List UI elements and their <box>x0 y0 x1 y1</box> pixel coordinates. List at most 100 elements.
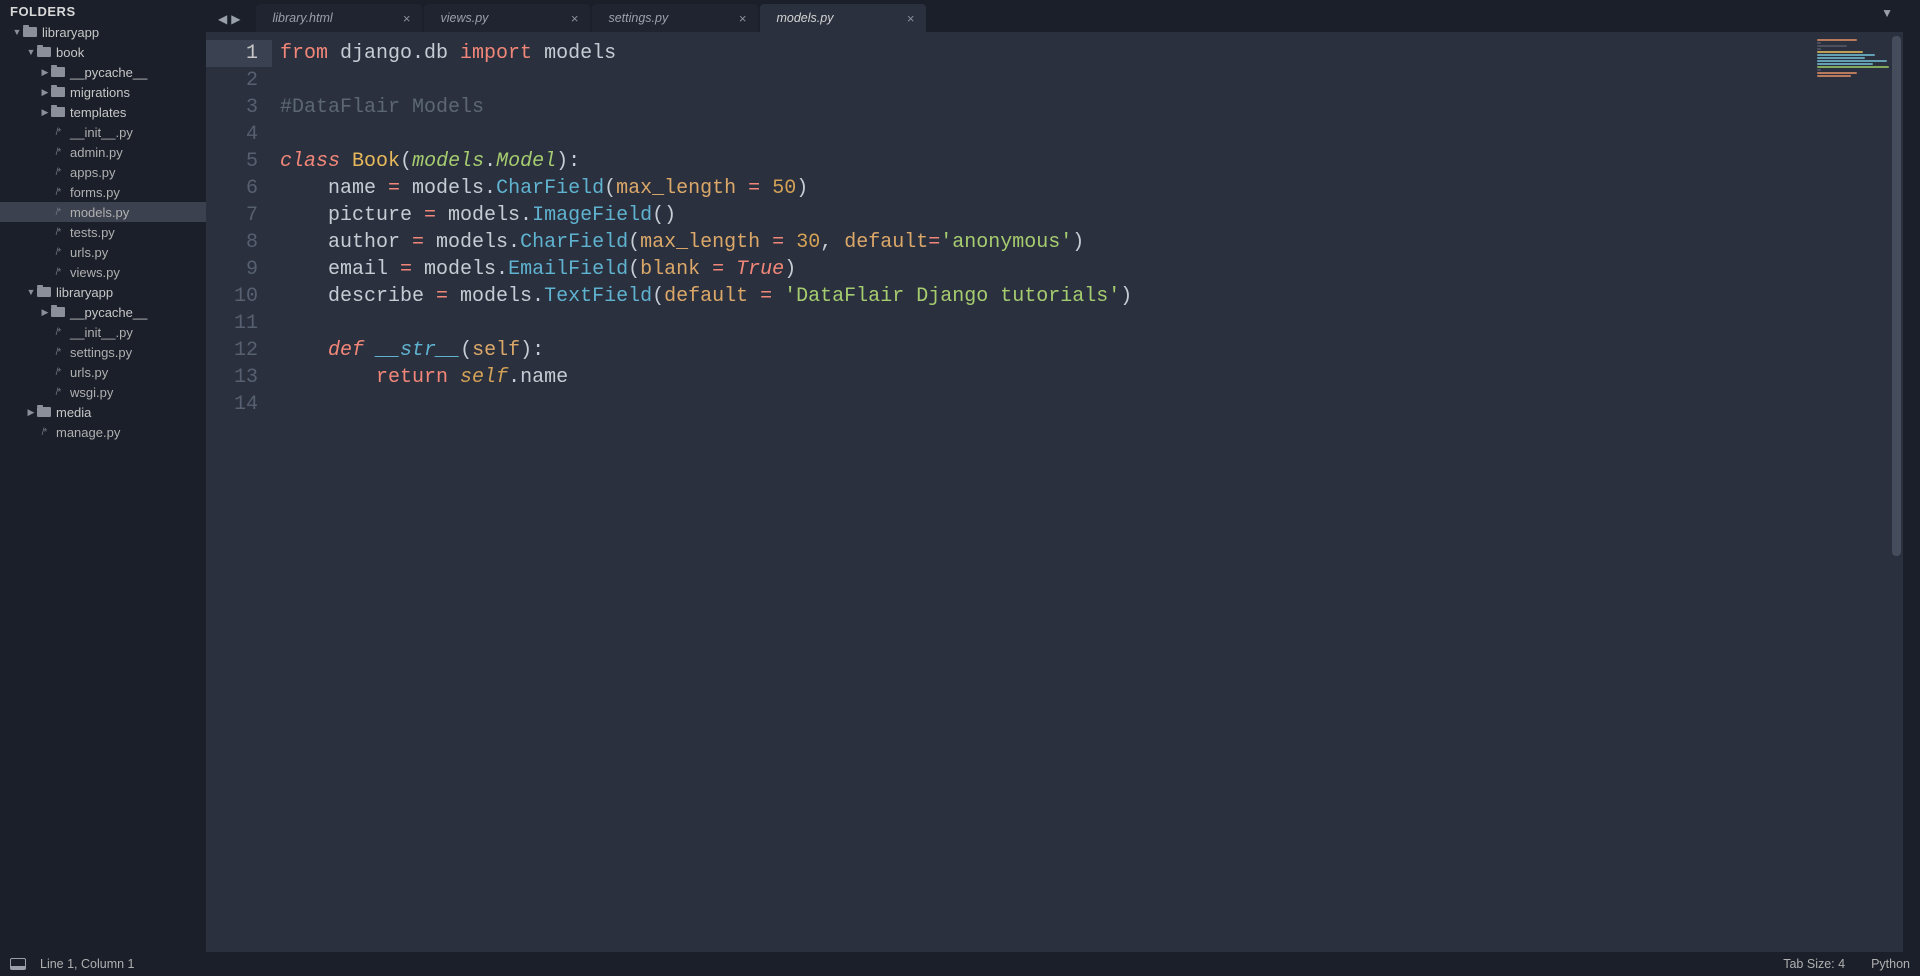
line-number[interactable]: 2 <box>206 67 258 94</box>
token: = <box>400 258 412 281</box>
code-line[interactable]: author = models.CharField(max_length = 3… <box>280 229 1903 256</box>
code-line[interactable] <box>280 67 1903 94</box>
line-number[interactable]: 5 <box>206 148 258 175</box>
line-number[interactable]: 6 <box>206 175 258 202</box>
tree-folder[interactable]: ▶__pycache__ <box>0 62 206 82</box>
line-number[interactable]: 1 <box>206 40 272 67</box>
toggle-panel-icon[interactable] <box>10 958 26 970</box>
code-content[interactable]: from django.db import models #DataFlair … <box>272 32 1903 952</box>
tree-file[interactable]: /*manage.py <box>0 422 206 442</box>
code-line[interactable]: return self.name <box>280 364 1903 391</box>
token: default <box>844 231 928 254</box>
tree-item-label: __init__.py <box>70 125 133 140</box>
token: ImageField <box>532 204 652 227</box>
line-number[interactable]: 12 <box>206 337 258 364</box>
tree-file[interactable]: /*models.py <box>0 202 206 222</box>
token: class <box>280 150 340 173</box>
tree-folder[interactable]: ▶media <box>0 402 206 422</box>
chevron-right-icon[interactable]: ▶ <box>26 407 36 418</box>
tab-close-icon[interactable]: × <box>907 11 915 26</box>
chevron-down-icon[interactable]: ▼ <box>12 27 22 37</box>
tree-file[interactable]: /*admin.py <box>0 142 206 162</box>
token <box>748 285 760 308</box>
tree-file[interactable]: /* urls.py <box>0 362 206 382</box>
editor-area: ◀ ▶ library.html×views.py×settings.py×mo… <box>206 0 1903 952</box>
token: = <box>424 204 436 227</box>
code-line[interactable]: def __str__(self): <box>280 337 1903 364</box>
token: 'anonymous' <box>940 231 1072 254</box>
tab-overflow-icon[interactable]: ▼ <box>1881 6 1893 20</box>
code-line[interactable]: picture = models.ImageField() <box>280 202 1903 229</box>
line-number-gutter[interactable]: 1234567891011121314 <box>206 32 272 952</box>
chevron-down-icon[interactable]: ▼ <box>26 287 36 297</box>
token: max_length <box>616 177 736 200</box>
file-icon: /* <box>50 187 66 198</box>
file-icon: /* <box>50 367 66 378</box>
scrollbar-thumb[interactable] <box>1892 36 1901 556</box>
tab[interactable]: settings.py× <box>592 4 758 32</box>
tab[interactable]: models.py× <box>760 4 926 32</box>
tree-file[interactable]: /*wsgi.py <box>0 382 206 402</box>
sidebar: FOLDERS ▼libraryapp▼book▶__pycache__▶mig… <box>0 0 206 952</box>
token <box>760 231 772 254</box>
chevron-right-icon[interactable]: ▶ <box>40 87 50 98</box>
token <box>784 231 796 254</box>
tab[interactable]: views.py× <box>424 4 590 32</box>
tree-folder[interactable]: ▼libraryapp <box>0 282 206 302</box>
line-number[interactable]: 8 <box>206 229 258 256</box>
tree-file[interactable]: /*views.py <box>0 262 206 282</box>
code-line[interactable]: name = models.CharField(max_length = 50) <box>280 175 1903 202</box>
token: #DataFlair Models <box>280 96 484 119</box>
line-number[interactable]: 9 <box>206 256 258 283</box>
tree-folder[interactable]: ▶__pycache__ <box>0 302 206 322</box>
tab-close-icon[interactable]: × <box>571 11 579 26</box>
code-line[interactable] <box>280 121 1903 148</box>
token: ( <box>652 285 664 308</box>
nav-back-icon[interactable]: ◀ <box>218 12 227 26</box>
line-number[interactable]: 11 <box>206 310 258 337</box>
chevron-right-icon[interactable]: ▶ <box>40 107 50 118</box>
tree-file[interactable]: /*settings.py <box>0 342 206 362</box>
line-number[interactable]: 14 <box>206 391 258 418</box>
chevron-down-icon[interactable]: ▼ <box>26 47 36 57</box>
code-line[interactable]: describe = models.TextField(default = 'D… <box>280 283 1903 310</box>
nav-forward-icon[interactable]: ▶ <box>231 12 240 26</box>
tree-file[interactable]: /*forms.py <box>0 182 206 202</box>
folder-tree[interactable]: ▼libraryapp▼book▶__pycache__▶migrations▶… <box>0 22 206 952</box>
line-number[interactable]: 10 <box>206 283 258 310</box>
chevron-right-icon[interactable]: ▶ <box>40 307 50 318</box>
tree-file[interactable]: /*__init__.py <box>0 322 206 342</box>
line-number[interactable]: 13 <box>206 364 258 391</box>
tree-file[interactable]: /*__init__.py <box>0 122 206 142</box>
line-number[interactable]: 3 <box>206 94 258 121</box>
tree-file[interactable]: /*urls.py <box>0 242 206 262</box>
tree-folder[interactable]: ▶templates <box>0 102 206 122</box>
tab-size-indicator[interactable]: Tab Size: 4 <box>1783 957 1845 971</box>
tree-folder[interactable]: ▼book <box>0 42 206 62</box>
tree-file[interactable]: /*tests.py <box>0 222 206 242</box>
code-line[interactable]: email = models.EmailField(blank = True) <box>280 256 1903 283</box>
code-line[interactable]: from django.db import models <box>280 40 1903 67</box>
token: .name <box>508 366 568 389</box>
cursor-position[interactable]: Line 1, Column 1 <box>40 957 135 971</box>
code-line[interactable]: #DataFlair Models <box>280 94 1903 121</box>
tab-close-icon[interactable]: × <box>739 11 747 26</box>
tab[interactable]: library.html× <box>256 4 422 32</box>
tree-item-label: models.py <box>70 205 129 220</box>
code-line[interactable] <box>280 391 1903 418</box>
tree-item-label: urls.py <box>70 365 108 380</box>
line-number[interactable]: 4 <box>206 121 258 148</box>
token: models. <box>436 204 532 227</box>
code-line[interactable] <box>280 310 1903 337</box>
tree-file[interactable]: /*apps.py <box>0 162 206 182</box>
tree-folder[interactable]: ▶migrations <box>0 82 206 102</box>
editor-scrollbar[interactable] <box>1890 32 1903 952</box>
tree-folder[interactable]: ▼libraryapp <box>0 22 206 42</box>
token: describe <box>280 285 436 308</box>
syntax-indicator[interactable]: Python <box>1871 957 1910 971</box>
line-number[interactable]: 7 <box>206 202 258 229</box>
code-line[interactable]: class Book(models.Model): <box>280 148 1903 175</box>
chevron-right-icon[interactable]: ▶ <box>40 67 50 78</box>
tab-close-icon[interactable]: × <box>403 11 411 26</box>
token: ) <box>1072 231 1084 254</box>
